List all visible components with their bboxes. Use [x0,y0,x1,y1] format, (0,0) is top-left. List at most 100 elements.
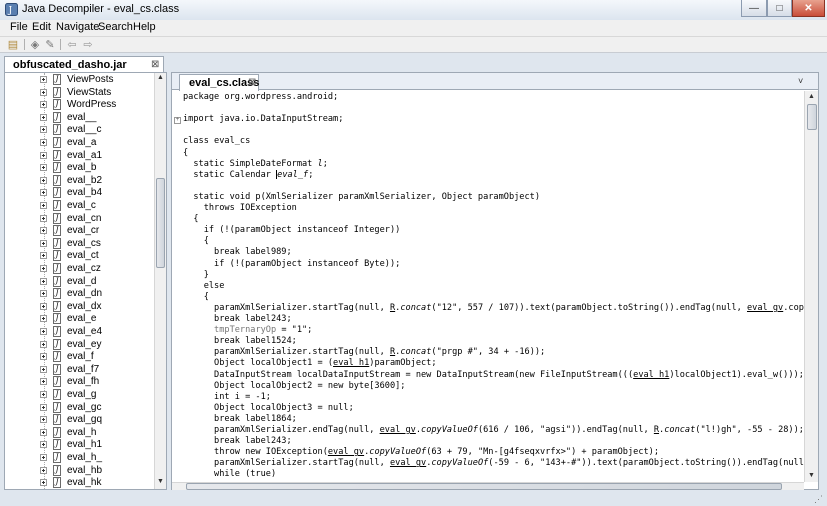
tree-item[interactable]: Jeval_c [5,200,155,212]
editor-hscroll-thumb[interactable] [186,483,782,490]
tree-item[interactable]: Jeval_cn [5,212,155,225]
minimize-button[interactable]: — [741,0,767,17]
expand-plus-icon[interactable] [40,126,47,134]
expand-plus-icon[interactable] [40,391,47,398]
open-file-icon[interactable]: ▤ [6,37,20,51]
jar-tab[interactable]: obfuscated_dasho.jar ⊠ [4,56,164,73]
editor-tab[interactable]: eval_cs.class ⊠ [179,74,259,91]
forward-arrow-icon[interactable]: ⇨ [81,37,95,51]
java-file-icon: J [53,363,61,375]
menu-navigate[interactable]: Navigate [56,21,99,33]
tree-item[interactable]: Jeval_fh [5,376,155,388]
tree-item[interactable]: Jeval_h_ [5,452,155,464]
expand-plus-icon[interactable] [40,441,47,449]
tree-item[interactable]: Jeval_hk [5,477,155,489]
expand-plus-icon[interactable] [40,176,47,184]
expand-plus-icon[interactable] [40,88,47,96]
tree-item[interactable]: Jeval_h1 [5,439,155,451]
tree-item[interactable]: Jeval_cs [5,237,155,250]
tree-item[interactable]: Jeval_ey [5,338,155,351]
tree-item[interactable]: Jeval_f [5,351,155,363]
expand-plus-icon[interactable] [40,277,47,285]
tree-item[interactable]: Jeval__ [5,111,155,124]
tree-scroll-thumb[interactable] [156,178,165,268]
tree-item[interactable]: Jeval_f7 [5,363,155,376]
close-button[interactable]: ✕ [792,0,825,17]
editor-horizontal-scrollbar[interactable] [172,482,804,490]
expand-plus-icon[interactable] [40,340,47,348]
tree-item[interactable]: Jeval_a1 [5,149,155,162]
fold-expand-icon[interactable]: + [174,117,181,124]
tree-item[interactable]: Jeval_h [5,426,155,439]
expand-plus-icon[interactable] [40,365,47,373]
scroll-up-arrow-icon[interactable]: ▲ [807,93,816,100]
tree-item[interactable]: Jeval_gq [5,414,155,426]
expand-plus-icon[interactable] [40,164,47,172]
menu-help[interactable]: Help [133,21,156,33]
tree-item[interactable]: Jeval_e [5,313,155,325]
code-view[interactable]: + package org.wordpress.android; import j… [172,91,804,482]
menu-search[interactable]: Search [98,21,133,33]
maximize-button[interactable]: □ [767,0,792,17]
expand-plus-icon[interactable] [40,403,47,411]
tree-item[interactable]: J ViewStats [5,86,155,99]
expand-plus-icon[interactable] [40,202,47,209]
expand-plus-icon[interactable] [40,189,47,197]
expand-plus-icon[interactable] [40,290,47,298]
scroll-down-arrow-icon[interactable]: ▼ [156,478,165,485]
tree-item[interactable]: Jeval_ct [5,250,155,262]
tree-item[interactable]: Jeval_cr [5,225,155,237]
close-tab-icon[interactable]: ⊠ [151,59,159,70]
expand-plus-icon[interactable] [40,328,47,335]
tree-item[interactable]: Jeval_b4 [5,187,155,199]
expand-plus-icon[interactable] [40,302,47,310]
expand-plus-icon[interactable] [40,378,47,386]
tree-item[interactable]: Jeval_gc [5,401,155,414]
tree-item[interactable]: Jeval__c [5,124,155,136]
expand-plus-icon[interactable] [40,454,47,461]
expand-plus-icon[interactable] [40,353,47,361]
expand-plus-icon[interactable] [40,151,47,159]
tree-item[interactable]: J ViewPosts [5,74,155,86]
expand-plus-icon[interactable] [40,227,47,235]
tree-item[interactable]: Jeval_e4 [5,326,155,338]
resize-grip-icon[interactable]: ⋰ [814,494,823,505]
back-arrow-icon[interactable]: ⇦ [65,37,79,51]
tree-item[interactable]: Jeval_a [5,137,155,149]
expand-plus-icon[interactable] [40,265,47,272]
editor-scroll-thumb[interactable] [807,104,817,130]
save-icon[interactable]: ◈ [28,37,42,51]
tree-item[interactable]: Jeval_dn [5,288,155,300]
menu-edit[interactable]: Edit [32,21,51,33]
tab-list-chevron-icon[interactable]: ˅ [798,76,803,86]
menu-file[interactable]: File [10,21,28,33]
expand-plus-icon[interactable] [40,479,47,487]
tree-item[interactable]: Jeval_cz [5,263,155,275]
tree-item[interactable]: Jeval_dx [5,300,155,313]
expand-plus-icon[interactable] [40,139,47,146]
tree-item[interactable]: Jeval_hb [5,464,155,477]
editor-vertical-scrollbar[interactable]: ▲ ▼ [804,91,818,482]
tree-item[interactable]: Jeval_d [5,275,155,288]
expand-plus-icon[interactable] [40,239,47,247]
java-file-icon: J [53,187,61,199]
expand-plus-icon[interactable] [40,76,47,83]
editor-tab-strip [171,72,819,90]
expand-plus-icon[interactable] [40,113,47,121]
tree-item[interactable]: Jeval_b [5,162,155,174]
expand-plus-icon[interactable] [40,315,47,323]
expand-plus-icon[interactable] [40,101,47,109]
expand-plus-icon[interactable] [40,466,47,474]
tree-scrollbar[interactable]: ▲ ▼ [154,73,166,489]
expand-plus-icon[interactable] [40,214,47,222]
expand-plus-icon[interactable] [40,428,47,436]
expand-plus-icon[interactable] [40,252,47,260]
expand-plus-icon[interactable] [40,416,47,424]
scroll-down-arrow-icon[interactable]: ▼ [807,472,816,479]
tree-item[interactable]: Jeval_b2 [5,174,155,187]
tree-item[interactable]: Jeval_g [5,389,155,401]
close-tab-icon[interactable]: ⊠ [248,77,256,88]
tree-item[interactable]: J WordPress [5,99,155,111]
scroll-up-arrow-icon[interactable]: ▲ [156,74,165,81]
settings-icon[interactable]: ✎ [43,37,57,51]
